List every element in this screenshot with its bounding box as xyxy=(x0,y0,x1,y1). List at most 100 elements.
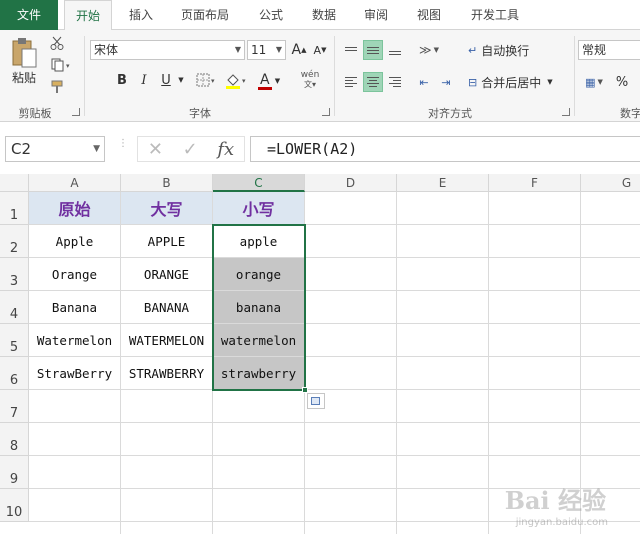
font-group-label: 字体 xyxy=(189,107,211,120)
formula-bar: C2 ▼ ⋮ ✕ ✓ fx =LOWER(A2) xyxy=(0,128,640,170)
align-center-icon[interactable] xyxy=(363,72,383,92)
border-icon[interactable]: ▾ xyxy=(194,70,220,90)
ribbon: 粘贴 ▾ 剪贴板 宋体 ▼ 11 ▼ A ▲ A ▼ B I U ▼ ▾ ▾ A ▼ wé… xyxy=(0,30,640,122)
align-left-icon[interactable] xyxy=(341,72,361,92)
row-header[interactable]: 4 xyxy=(0,291,29,324)
cell-a6[interactable]: StrawBerry xyxy=(29,357,121,390)
row-header[interactable]: 10 xyxy=(0,489,29,522)
increase-indent-icon[interactable]: ⇥ xyxy=(436,72,456,92)
tab-formulas[interactable]: 公式 xyxy=(250,0,292,30)
shrink-font-icon: A xyxy=(313,43,322,57)
phonetic-guide-label: wén xyxy=(300,70,320,80)
row-header[interactable]: 6 xyxy=(0,357,29,390)
tab-home[interactable]: 开始 xyxy=(64,0,112,31)
name-box[interactable]: C2 ▼ xyxy=(5,136,105,162)
cell-c6[interactable]: strawberry xyxy=(213,357,305,390)
tab-file[interactable]: 文件 xyxy=(0,0,58,30)
align-bottom-icon[interactable] xyxy=(385,40,405,60)
font-launcher-icon[interactable] xyxy=(322,108,330,116)
tab-page-layout[interactable]: 页面布局 xyxy=(172,0,238,30)
number-format-dropdown[interactable]: 常规 xyxy=(578,40,640,60)
clipboard-group-label: 剪贴板 xyxy=(18,107,52,120)
cell-b2[interactable]: APPLE xyxy=(121,225,213,258)
cell-a3[interactable]: Orange xyxy=(29,258,121,291)
format-painter-icon[interactable] xyxy=(48,78,66,96)
paste-icon[interactable] xyxy=(8,36,40,70)
row-header[interactable]: 8 xyxy=(0,423,29,456)
font-name-dropdown[interactable]: 宋体 ▼ xyxy=(90,40,245,60)
phonetic-guide-button[interactable]: wén 文▾ xyxy=(296,68,324,92)
cell-b5[interactable]: WATERMELON xyxy=(121,324,213,357)
chevron-down-icon[interactable]: ▼ xyxy=(176,70,186,90)
cell-c3[interactable]: orange xyxy=(213,258,305,291)
paste-button-label[interactable]: 粘贴 xyxy=(8,70,40,85)
shrink-font-button[interactable]: A ▼ xyxy=(311,40,329,60)
number-group-label: 数字 xyxy=(620,107,640,120)
align-top-icon[interactable] xyxy=(341,40,361,60)
cell-a2[interactable]: Apple xyxy=(29,225,121,258)
formula-bar-grip[interactable]: ⋮ xyxy=(118,139,128,156)
column-header-g[interactable]: G xyxy=(581,174,640,192)
cancel-icon[interactable]: ✕ xyxy=(148,139,163,160)
wrap-text-button[interactable]: ↵ 自动换行 xyxy=(468,40,548,60)
cell-c1[interactable]: 小写 xyxy=(213,192,305,225)
column-header-c[interactable]: C xyxy=(213,174,305,192)
insert-function-icon[interactable]: fx xyxy=(217,139,234,160)
bold-button[interactable]: B xyxy=(112,70,132,90)
orientation-icon[interactable]: ≫ ▼ xyxy=(414,40,444,60)
clipboard-launcher-icon[interactable] xyxy=(72,108,80,116)
merge-center-button[interactable]: ⊟ 合并后居中 ▼ xyxy=(468,72,568,92)
tab-view[interactable]: 视图 xyxy=(408,0,450,30)
baidu-watermark-logo: Bai 经验 xyxy=(504,486,606,515)
cell-b1[interactable]: 大写 xyxy=(121,192,213,225)
font-color-icon: A xyxy=(257,73,272,90)
formula-input[interactable]: =LOWER(A2) xyxy=(250,136,640,162)
percent-style-button[interactable]: % xyxy=(612,72,632,92)
italic-button[interactable]: I xyxy=(134,70,154,90)
row-header[interactable]: 1 xyxy=(0,192,29,225)
font-color-button[interactable]: A ▼ xyxy=(255,70,283,92)
copy-icon[interactable]: ▾ xyxy=(48,56,74,74)
row-header[interactable]: 2 xyxy=(0,225,29,258)
cell-c4[interactable]: banana xyxy=(213,291,305,324)
row-header[interactable]: 7 xyxy=(0,390,29,423)
cell-a4[interactable]: Banana xyxy=(29,291,121,324)
accounting-format-icon[interactable]: ▦ ▼ xyxy=(580,72,608,92)
cell-a5[interactable]: Watermelon xyxy=(29,324,121,357)
tab-insert[interactable]: 插入 xyxy=(118,0,164,30)
enter-icon[interactable]: ✓ xyxy=(183,139,198,160)
cell-c5[interactable]: watermelon xyxy=(213,324,305,357)
svg-text:▾: ▾ xyxy=(211,77,215,85)
align-middle-icon[interactable] xyxy=(363,40,383,60)
row-header[interactable]: 9 xyxy=(0,456,29,489)
cell-b6[interactable]: STRAWBERRY xyxy=(121,357,213,390)
tab-review[interactable]: 审阅 xyxy=(355,0,397,30)
cell-a1[interactable]: 原始 xyxy=(29,192,121,225)
underline-button[interactable]: U xyxy=(156,70,176,90)
worksheet-grid[interactable]: A B C D E F G 1 2 3 4 5 6 7 8 9 10 原始 大写… xyxy=(0,174,640,534)
row-header[interactable]: 3 xyxy=(0,258,29,291)
decrease-indent-icon[interactable]: ⇤ xyxy=(414,72,434,92)
group-divider xyxy=(574,36,575,116)
select-all-corner[interactable] xyxy=(0,174,29,192)
font-name-value: 宋体 xyxy=(94,43,119,57)
formula-buttons: ✕ ✓ fx xyxy=(137,136,245,162)
grow-font-button[interactable]: A ▲ xyxy=(290,40,308,60)
align-right-icon[interactable] xyxy=(385,72,405,92)
tab-developer[interactable]: 开发工具 xyxy=(462,0,528,30)
cut-icon[interactable] xyxy=(48,34,66,52)
fill-color-icon[interactable]: ▾ xyxy=(222,70,252,92)
font-size-dropdown[interactable]: 11 ▼ xyxy=(247,40,286,60)
cell-b4[interactable]: BANANA xyxy=(121,291,213,324)
alignment-launcher-icon[interactable] xyxy=(562,108,570,116)
quick-analysis-icon[interactable] xyxy=(307,393,325,409)
column-header-b[interactable]: B xyxy=(121,174,213,192)
column-header-f[interactable]: F xyxy=(489,174,581,192)
column-header-d[interactable]: D xyxy=(305,174,397,192)
cell-b3[interactable]: ORANGE xyxy=(121,258,213,291)
column-header-a[interactable]: A xyxy=(29,174,121,192)
column-header-e[interactable]: E xyxy=(397,174,489,192)
row-header[interactable]: 5 xyxy=(0,324,29,357)
cell-c2[interactable]: apple xyxy=(213,225,305,258)
tab-data[interactable]: 数据 xyxy=(303,0,345,30)
